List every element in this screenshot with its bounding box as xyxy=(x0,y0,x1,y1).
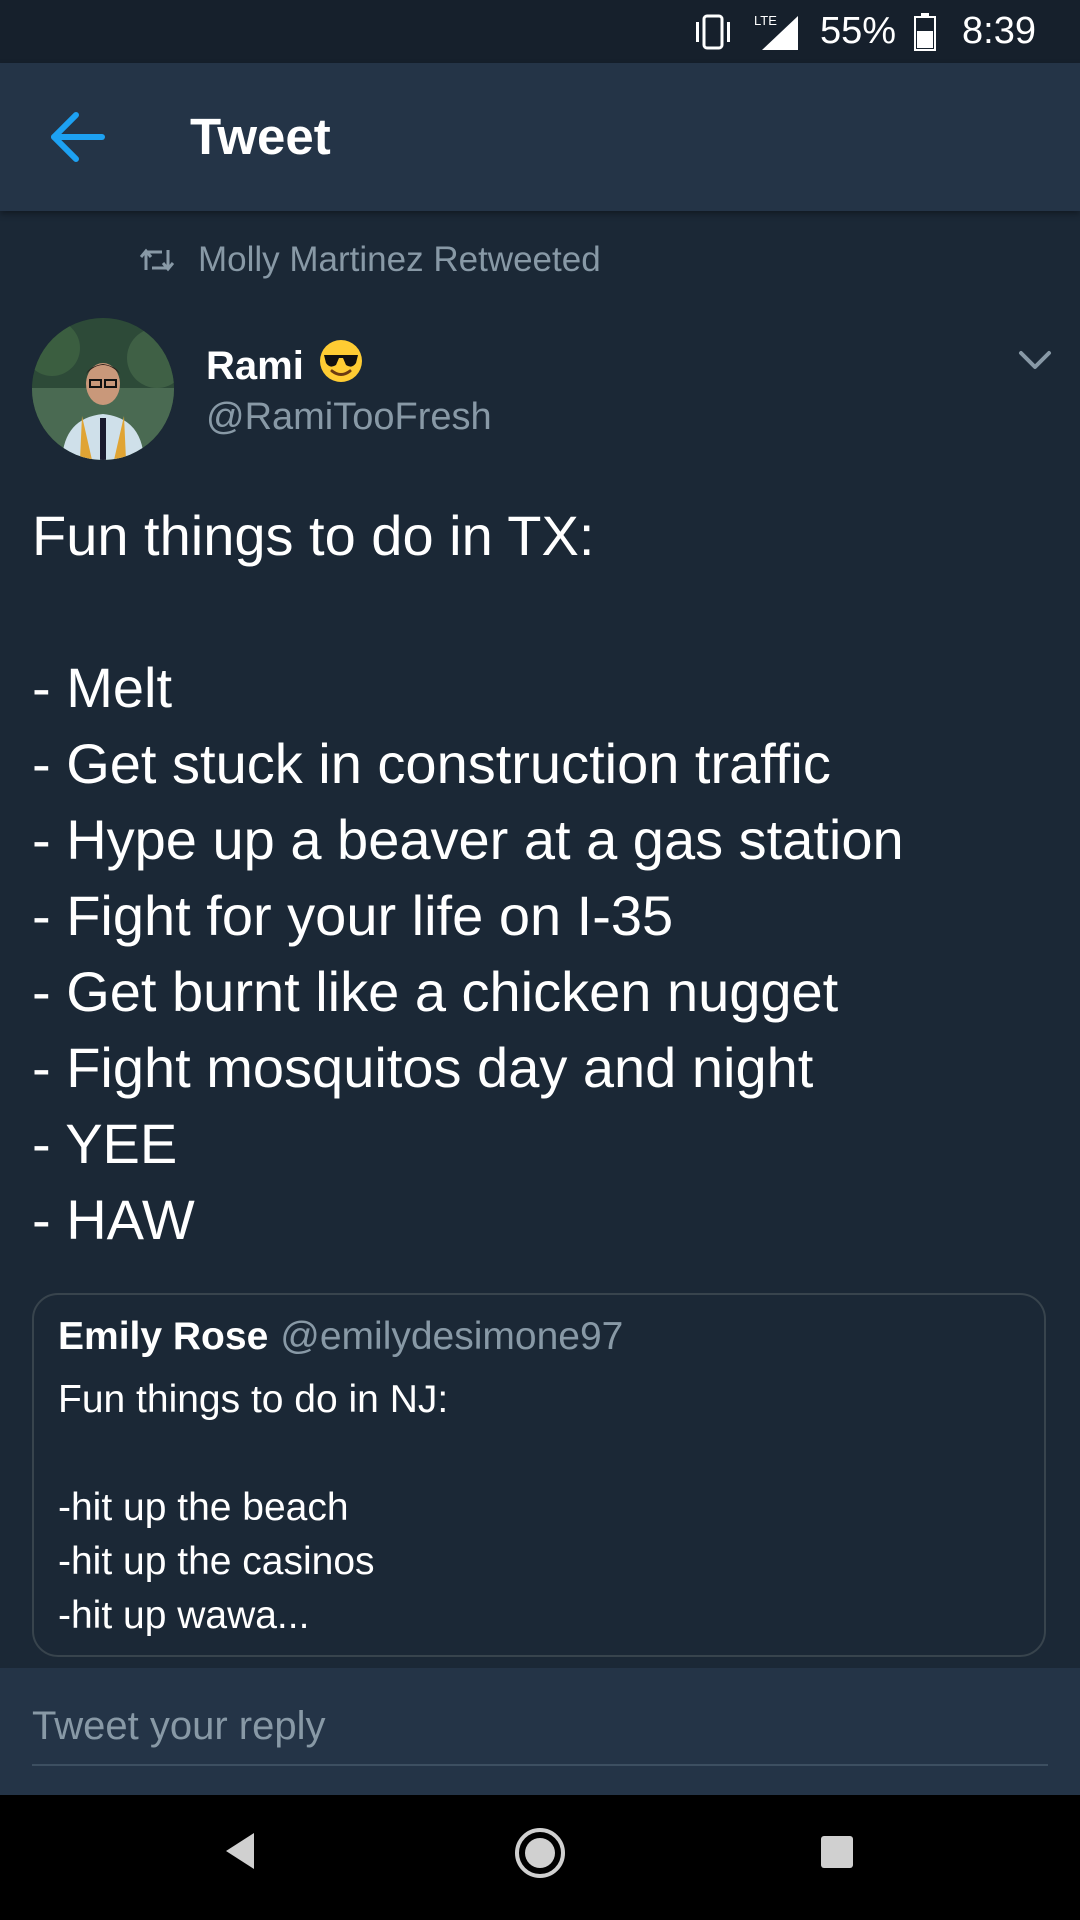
author-name-text: Rami xyxy=(206,343,304,388)
quoted-tweet-card[interactable]: Emily Rose @emilydesimone97 Fun things t… xyxy=(32,1293,1046,1657)
triangle-back-icon xyxy=(226,1833,254,1869)
tweet-line: - Fight mosquitos day and night xyxy=(32,1036,814,1099)
quoted-tweet-line: -hit up the casinos xyxy=(58,1540,375,1583)
tweet-line: - YEE xyxy=(32,1112,178,1175)
reply-bar xyxy=(0,1668,1080,1795)
tweet-text: Fun things to do in TX: - Melt - Get stu… xyxy=(32,498,1052,1258)
tweet-line: - Get burnt like a chicken nugget xyxy=(32,960,839,1023)
tweet-line xyxy=(32,574,1052,650)
battery-percent: 55% xyxy=(819,10,897,52)
app-bar: Tweet xyxy=(0,63,1080,211)
svg-text:LTE: LTE xyxy=(754,13,777,28)
circle-home-icon xyxy=(515,1828,565,1878)
nav-back-button[interactable] xyxy=(222,1831,258,1876)
status-bar: LTE 55% 8:39 xyxy=(0,0,1080,63)
quoted-author-name: Emily Rose xyxy=(58,1315,269,1358)
retweet-label: Molly Martinez Retweeted xyxy=(198,240,601,279)
nav-home-button[interactable] xyxy=(514,1827,566,1884)
quoted-tweet-line: -hit up the beach xyxy=(58,1486,349,1529)
lte-signal-icon: LTE xyxy=(752,12,802,52)
reply-input[interactable] xyxy=(32,1688,1048,1766)
back-button[interactable] xyxy=(48,109,108,165)
page-title: Tweet xyxy=(190,108,331,165)
nav-recents-button[interactable] xyxy=(820,1835,854,1874)
retweet-context[interactable]: Molly Martinez Retweeted xyxy=(140,240,601,280)
battery-icon xyxy=(914,12,937,51)
quoted-author-handle: @emilydesimone97 xyxy=(280,1315,624,1358)
author-name[interactable]: Rami xyxy=(206,338,364,394)
chevron-down-icon xyxy=(1019,351,1051,369)
tweet-line: - Melt xyxy=(32,656,172,719)
vibrate-icon xyxy=(692,14,734,50)
square-recents-icon xyxy=(821,1836,853,1868)
system-nav-bar xyxy=(0,1795,1080,1920)
tweet-line: Fun things to do in TX: xyxy=(32,504,595,567)
avatar[interactable] xyxy=(32,318,174,460)
retweet-icon xyxy=(140,248,174,272)
sunglasses-emoji-icon xyxy=(318,338,364,394)
arrow-left-icon xyxy=(51,112,105,162)
quoted-tweet-line: Fun things to do in NJ: xyxy=(58,1378,449,1421)
clock: 8:39 xyxy=(962,10,1036,52)
quoted-tweet-header: Emily Rose @emilydesimone97 xyxy=(58,1315,1020,1373)
tweet-line: - Get stuck in construction traffic xyxy=(32,732,831,795)
tweet-menu-button[interactable] xyxy=(1015,345,1055,375)
tweet-line: - Fight for your life on I-35 xyxy=(32,884,674,947)
tweet-line: - Hype up a beaver at a gas station xyxy=(32,808,904,871)
tweet-line: - HAW xyxy=(32,1188,195,1251)
quoted-tweet-line: -hit up wawa... xyxy=(58,1594,310,1637)
author-handle[interactable]: @RamiTooFresh xyxy=(206,396,492,439)
quoted-tweet-line xyxy=(58,1427,1020,1481)
